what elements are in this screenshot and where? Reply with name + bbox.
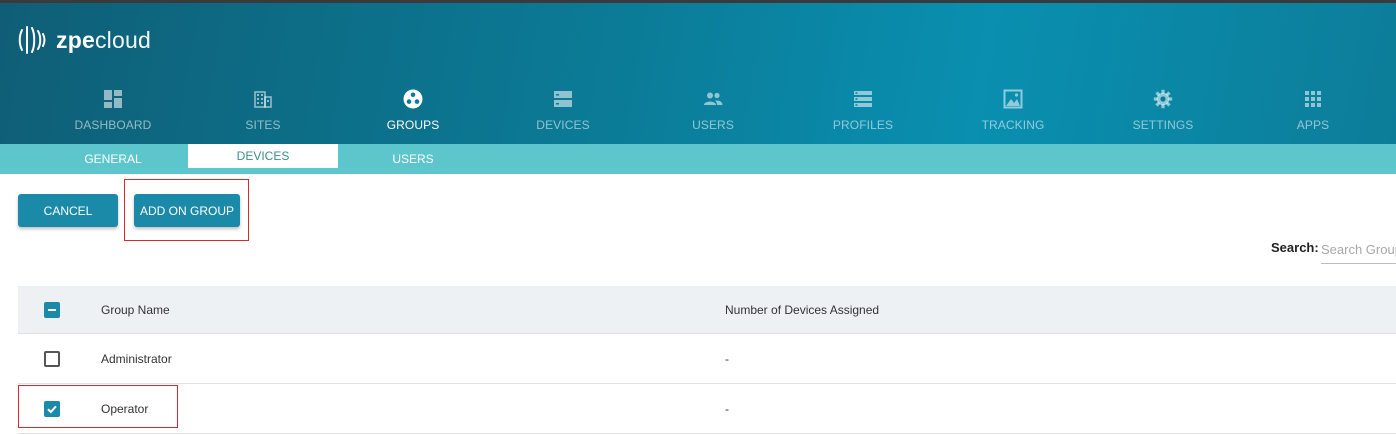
nav-tracking-label: TRACKING: [981, 118, 1045, 132]
table-row[interactable]: Administrator -: [18, 334, 1396, 384]
logo-text-bold: zpe: [56, 26, 95, 53]
subtab-users[interactable]: USERS: [338, 144, 488, 174]
groups-icon: [403, 89, 423, 109]
subtab-general[interactable]: GENERAL: [38, 144, 188, 174]
nav-devices[interactable]: DEVICES: [488, 84, 638, 144]
header-check-cell: [18, 301, 101, 318]
search-input[interactable]: [1321, 236, 1396, 264]
logo-text-light: cloud: [94, 26, 151, 53]
groups-table: Group Name Number of Devices Assigned Ad…: [18, 286, 1396, 434]
table-header: Group Name Number of Devices Assigned: [18, 286, 1396, 334]
building-icon: [254, 91, 272, 108]
zpe-logo-icon: [18, 26, 46, 54]
nav-users[interactable]: USERS: [638, 84, 788, 144]
nav-sites[interactable]: SITES: [188, 84, 338, 144]
column-header-devices-assigned[interactable]: Number of Devices Assigned: [725, 303, 879, 317]
subtab-devices[interactable]: DEVICES: [188, 144, 338, 171]
search-label: Search:: [1271, 240, 1319, 255]
devices-assigned-cell: -: [725, 351, 729, 366]
app-header: zpecloud DASHBOARD SITES GROUPS DEVICES …: [0, 3, 1396, 147]
group-name-cell: Operator: [101, 401, 149, 416]
nav-groups[interactable]: GROUPS: [338, 84, 488, 147]
highlight-box-operator-row: [18, 385, 178, 428]
nav-profiles[interactable]: PROFILES: [788, 84, 938, 144]
table-row[interactable]: Operator -: [18, 384, 1396, 434]
devices-assigned-cell: -: [725, 401, 729, 416]
profiles-icon: [854, 91, 872, 107]
nav-devices-label: DEVICES: [536, 118, 590, 132]
main-nav: DASHBOARD SITES GROUPS DEVICES USERS PRO…: [38, 84, 1388, 147]
row-checkbox-administrator[interactable]: [44, 350, 60, 367]
nav-apps-label: APPS: [1296, 118, 1330, 132]
nav-users-label: USERS: [692, 118, 734, 132]
row-check-cell: [18, 350, 101, 367]
nav-apps[interactable]: APPS: [1238, 84, 1388, 144]
image-icon: [1003, 89, 1023, 109]
nav-tracking[interactable]: TRACKING: [938, 84, 1088, 144]
sub-nav: GENERAL DEVICES USERS: [0, 144, 1396, 174]
column-header-group-name[interactable]: Group Name: [101, 303, 725, 317]
apps-grid-icon: [1305, 91, 1321, 107]
nav-dashboard-label: DASHBOARD: [74, 118, 152, 132]
nav-groups-label: GROUPS: [386, 118, 440, 132]
nav-settings-label: SETTINGS: [1132, 118, 1194, 132]
server-icon: [554, 91, 572, 107]
nav-dashboard[interactable]: DASHBOARD: [38, 84, 188, 144]
zpe-cloud-logo[interactable]: zpecloud: [18, 23, 151, 57]
nav-sites-label: SITES: [245, 118, 281, 132]
minus-icon: [48, 308, 56, 311]
group-name-cell: Administrator: [101, 351, 172, 366]
logo-text: zpecloud: [56, 27, 151, 54]
users-icon: [704, 92, 723, 105]
nav-profiles-label: PROFILES: [832, 118, 894, 132]
gear-icon: [1153, 89, 1173, 109]
select-all-checkbox[interactable]: [44, 301, 60, 318]
cancel-button[interactable]: CANCEL: [18, 194, 118, 227]
dashboard-icon: [104, 90, 122, 108]
nav-settings[interactable]: SETTINGS: [1088, 84, 1238, 144]
highlight-box-add-button: [124, 179, 249, 241]
